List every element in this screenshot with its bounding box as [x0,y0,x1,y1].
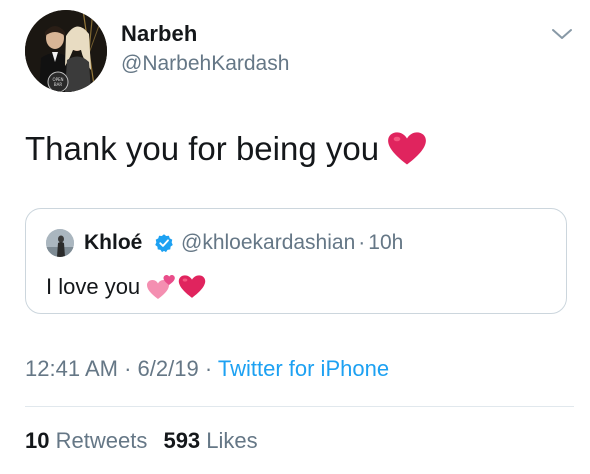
profile-photo-icon: OPEN BAR [25,10,107,92]
quoted-handle-time: @khloekardashian · 10h [181,231,403,255]
divider [25,406,574,407]
retweets-count: 10 [25,428,50,453]
chevron-down-icon[interactable] [551,27,573,41]
tweet-card: OPEN BAR Narbeh @NarbehKardash Thank you… [0,0,590,474]
quoted-tweet[interactable]: Khloé @khloekardashian · 10h I love you [25,208,567,314]
quoted-profile-photo-icon [46,229,74,257]
author-avatar[interactable]: OPEN BAR [25,10,107,92]
tweet-text: Thank you for being you [25,130,380,167]
author-handle[interactable]: @NarbehKardash [121,52,289,76]
quoted-author-name[interactable]: Khloé [84,231,142,255]
tweet-source-link[interactable]: Twitter for iPhone [218,356,389,381]
author-name[interactable]: Narbeh [121,21,197,47]
quoted-separator: · [358,231,366,254]
likes-label: Likes [206,428,258,453]
red-heart-icon [178,275,206,298]
tweet-stats: 10 Retweets 593 Likes [25,428,258,454]
verified-badge-icon [155,234,173,253]
tweet-date[interactable]: 6/2/19 [138,356,199,381]
tweet-time[interactable]: 12:41 AM [25,356,118,381]
quoted-time[interactable]: 10h [368,231,403,254]
retweets-stat[interactable]: 10 Retweets [25,428,147,453]
retweets-label: Retweets [55,428,148,453]
two-hearts-icon [147,275,175,299]
tweet-body: Thank you for being you [25,130,427,168]
likes-stat[interactable]: 593 Likes [163,428,257,453]
svg-text:BAR: BAR [54,82,62,87]
likes-count: 593 [163,428,201,453]
quoted-handle[interactable]: @khloekardashian [181,231,355,254]
quoted-body: I love you [46,273,206,301]
quoted-avatar[interactable] [46,229,74,257]
tweet-metadata: 12:41 AM · 6/2/19 · Twitter for iPhone [25,356,389,382]
quoted-text: I love you [46,274,141,299]
meta-separator: · [204,356,213,381]
meta-separator: · [124,356,132,381]
red-heart-icon [388,132,426,165]
